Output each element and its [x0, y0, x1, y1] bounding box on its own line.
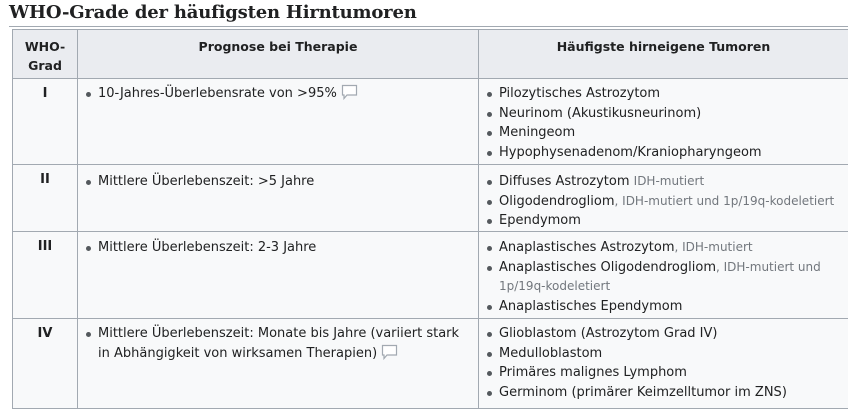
tumor-item: Oligodendrogliom, IDH-mutiert und 1p/19q…	[485, 192, 842, 212]
grade-cell: IV	[13, 319, 78, 409]
tumors-cell: Glioblastom (Astrozytom Grad IV) Medullo…	[479, 319, 848, 409]
prognosis-item: Mittlere Überlebenszeit: Monate bis Jahr…	[84, 324, 472, 366]
tumors-cell: Anaplastisches Astrozytom, IDH-mutiert A…	[479, 232, 848, 319]
table-row: I 10-Jahres-Überlebensrate von >95% Pilo…	[13, 79, 848, 165]
table-row: II Mittlere Überlebenszeit: >5 Jahre Dif…	[13, 165, 848, 232]
tumor-name: Neurinom (Akustikusneurinom)	[499, 106, 701, 121]
tumor-item: Ependymom	[485, 211, 842, 231]
tumor-name: Glioblastom (Astrozytom Grad IV)	[499, 326, 717, 341]
column-header-grade-line2: Grad	[28, 58, 62, 73]
prognosis-cell: Mittlere Überlebenszeit: Monate bis Jahr…	[78, 319, 479, 409]
tumor-name: Hypophysenadenom/Kraniopharyngeom	[499, 145, 762, 160]
tumor-item: Primäres malignes Lymphom	[485, 363, 842, 383]
tumors-cell: Diffuses Astrozytom IDH-mutiert Oligoden…	[479, 165, 848, 232]
tumor-item: Diffuses Astrozytom IDH-mutiert	[485, 172, 842, 192]
tumor-name: Pilozytisches Astrozytom	[499, 86, 660, 101]
tumor-name: Primäres malignes Lymphom	[499, 365, 687, 380]
table-header-row: WHO- Grad Prognose bei Therapie Häufigst…	[13, 30, 848, 79]
page-title: WHO-Grade der häufigsten Hirntumoren	[9, 1, 848, 27]
tumor-item: Anaplastisches Oligodendrogliom, IDH-mut…	[485, 258, 842, 297]
tumor-item: Glioblastom (Astrozytom Grad IV)	[485, 324, 842, 344]
column-header-tumors[interactable]: Häufigste hirneigene Tumoren	[479, 30, 848, 79]
who-grade-table: WHO- Grad Prognose bei Therapie Häufigst…	[12, 29, 848, 409]
tumor-name: Ependymom	[499, 213, 581, 228]
table-row: IV Mittlere Überlebenszeit: Monate bis J…	[13, 319, 848, 409]
tumor-name: Anaplastisches Oligodendrogliom	[499, 260, 716, 275]
prognosis-item: Mittlere Überlebenszeit: >5 Jahre	[84, 172, 472, 192]
tumor-item: Hypophysenadenom/Kraniopharyngeom	[485, 143, 842, 163]
tumor-item: Neurinom (Akustikusneurinom)	[485, 104, 842, 124]
prognosis-cell: Mittlere Überlebenszeit: 2-3 Jahre	[78, 232, 479, 319]
tumor-item: Germinom (primärer Keimzelltumor im ZNS)	[485, 383, 842, 403]
column-header-grade-line1: WHO-	[25, 39, 65, 54]
prognosis-item: Mittlere Überlebenszeit: 2-3 Jahre	[84, 238, 472, 258]
tumor-name: Medulloblastom	[499, 346, 602, 361]
prognosis-text: Mittlere Überlebenszeit: Monate bis Jahr…	[98, 326, 459, 361]
tumor-note: IDH-mutiert	[682, 240, 753, 254]
comment-bubble-icon[interactable]	[381, 344, 398, 367]
grade-cell: III	[13, 232, 78, 319]
column-header-prognosis[interactable]: Prognose bei Therapie	[78, 30, 479, 79]
comment-bubble-icon[interactable]	[341, 84, 358, 107]
tumor-item: Pilozytisches Astrozytom	[485, 84, 842, 104]
tumor-name: Oligodendrogliom	[499, 194, 615, 209]
table-row: III Mittlere Überlebenszeit: 2-3 Jahre A…	[13, 232, 848, 319]
prognosis-item: 10-Jahres-Überlebensrate von >95%	[84, 84, 472, 107]
prognosis-text: Mittlere Überlebenszeit: >5 Jahre	[98, 174, 314, 189]
tumor-name: Anaplastisches Astrozytom	[499, 240, 674, 255]
tumor-name: Anaplastisches Ependymom	[499, 299, 682, 314]
tumor-item: Medulloblastom	[485, 344, 842, 364]
grade-cell: I	[13, 79, 78, 165]
tumor-name: Germinom (primärer Keimzelltumor im ZNS)	[499, 385, 787, 400]
tumor-item: Anaplastisches Ependymom	[485, 297, 842, 317]
tumor-item: Anaplastisches Astrozytom, IDH-mutiert	[485, 238, 842, 258]
prognosis-text: Mittlere Überlebenszeit: 2-3 Jahre	[98, 240, 316, 255]
prognosis-cell: Mittlere Überlebenszeit: >5 Jahre	[78, 165, 479, 232]
prognosis-cell: 10-Jahres-Überlebensrate von >95%	[78, 79, 479, 165]
column-header-grade[interactable]: WHO- Grad	[13, 30, 78, 79]
tumors-cell: Pilozytisches Astrozytom Neurinom (Akust…	[479, 79, 848, 165]
grade-cell: II	[13, 165, 78, 232]
prognosis-text: 10-Jahres-Überlebensrate von >95%	[98, 86, 337, 101]
tumor-name: Diffuses Astrozytom	[499, 174, 630, 189]
tumor-name: Meningeom	[499, 125, 575, 140]
tumor-note: IDH-mutiert und 1p/19q-kodeletiert	[622, 194, 834, 208]
tumor-item: Meningeom	[485, 123, 842, 143]
tumor-note: IDH-mutiert	[634, 174, 705, 188]
